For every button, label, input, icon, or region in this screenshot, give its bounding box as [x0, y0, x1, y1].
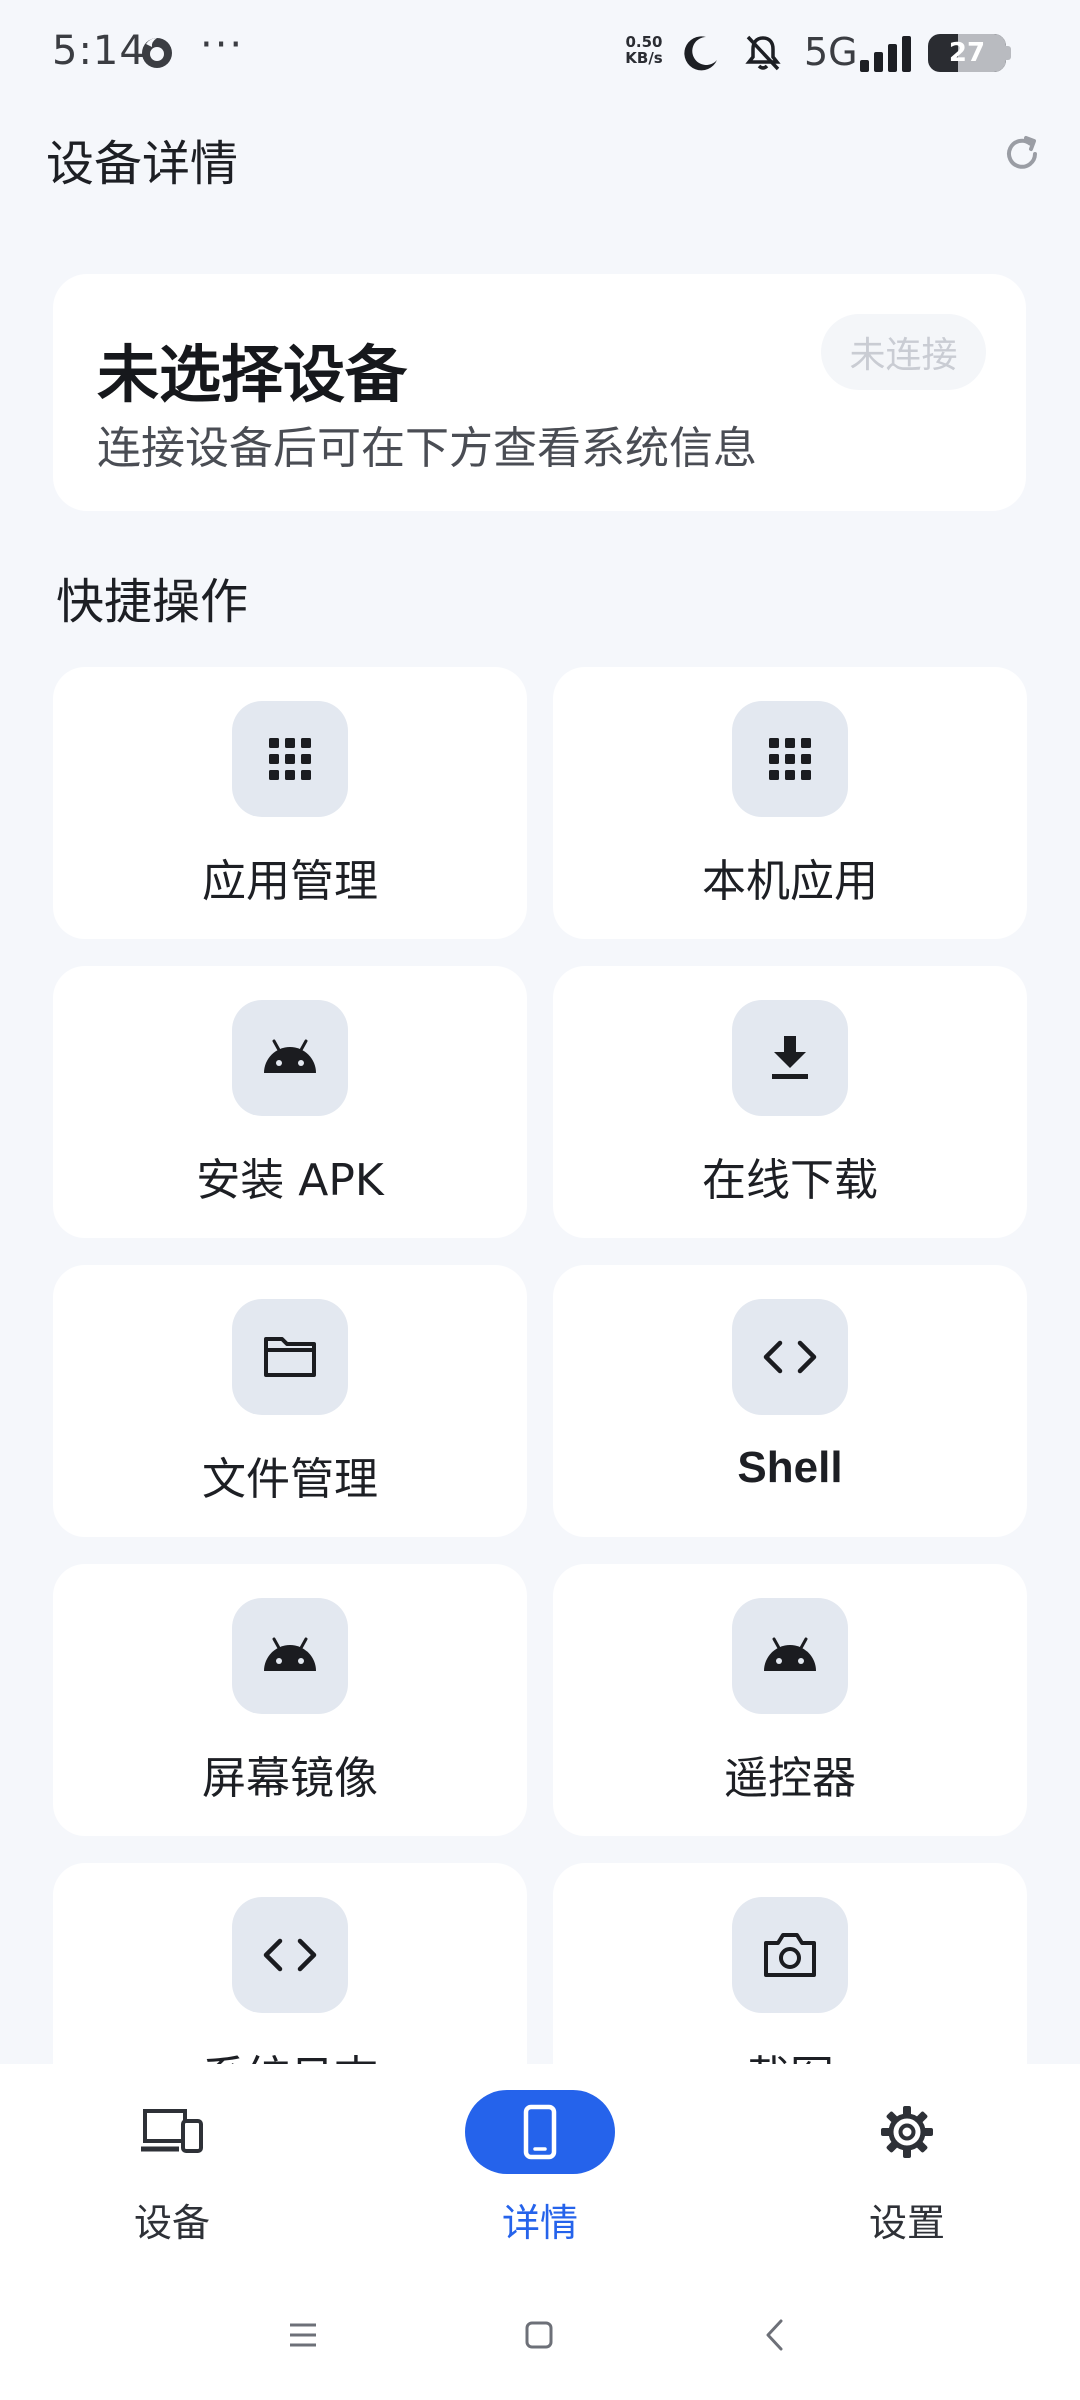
quick-action-install-apk[interactable]: 安装 APK [53, 966, 527, 1238]
nav-label: 设备 [133, 2201, 210, 2245]
back-button[interactable] [750, 2310, 800, 2360]
quick-action-system-log[interactable]: 系统日志 [53, 1863, 527, 2064]
nav-label: 设置 [868, 2201, 945, 2245]
home-square-icon [525, 2321, 553, 2349]
nav-label: 详情 [501, 2201, 578, 2245]
code-icon [732, 1299, 848, 1415]
quick-action-label: Shell [737, 1443, 843, 1492]
quick-action-label: 系统日志 [53, 2041, 527, 2064]
chevron-left-icon [766, 2319, 783, 2351]
quick-action-app-manager[interactable]: 应用管理 [53, 667, 527, 939]
apps-grid-icon [732, 701, 848, 817]
quick-action-file-manager[interactable]: 文件管理 [53, 1265, 527, 1537]
android-icon [232, 1000, 348, 1116]
devices-icon [141, 2109, 203, 2153]
quick-action-label: 文件管理 [202, 1454, 378, 1505]
android-icon [732, 1598, 848, 1714]
folder-icon [232, 1299, 348, 1415]
quick-action-online-download[interactable]: 在线下载 [553, 966, 1027, 1238]
apps-grid-icon [232, 701, 348, 817]
code-icon [232, 1897, 348, 2013]
quick-action-label: 屏幕镜像 [202, 1753, 378, 1804]
nav-item-details[interactable]: 详情 [430, 2080, 650, 2250]
nav-item-devices[interactable]: 设备 [62, 2080, 282, 2250]
quick-action-label: 本机应用 [702, 856, 878, 907]
quick-action-remote-control[interactable]: 遥控器 [553, 1564, 1027, 1836]
phone-icon [523, 2104, 557, 2160]
quick-action-label: 在线下载 [702, 1155, 878, 1206]
quick-action-label: 遥控器 [724, 1753, 856, 1804]
nav-item-settings[interactable]: 设置 [797, 2080, 1017, 2250]
android-icon [232, 1598, 348, 1714]
quick-action-label: 安装 APK [196, 1155, 384, 1206]
quick-action-screenshot[interactable]: 截图 [553, 1863, 1027, 2064]
quick-action-screen-mirror[interactable]: 屏幕镜像 [53, 1564, 527, 1836]
nav-icon-container [465, 2090, 615, 2174]
recents-button[interactable] [278, 2310, 328, 2360]
quick-actions-grid: 应用管理 本机应用 安装 APK 在线下载 文件管理 Shell 屏幕镜像 遥控… [0, 0, 1080, 2064]
quick-action-local-apps[interactable]: 本机应用 [553, 667, 1027, 939]
camera-icon [732, 1897, 848, 2013]
menu-icon [290, 2323, 316, 2347]
gear-icon [881, 2106, 933, 2158]
quick-action-label: 应用管理 [202, 856, 378, 907]
quick-action-shell[interactable]: Shell [553, 1265, 1027, 1537]
home-button[interactable] [514, 2310, 564, 2360]
nav-icon-container [97, 2090, 247, 2174]
download-icon [732, 1000, 848, 1116]
nav-icon-container [832, 2090, 982, 2174]
quick-action-label: 截图 [553, 2041, 1027, 2064]
